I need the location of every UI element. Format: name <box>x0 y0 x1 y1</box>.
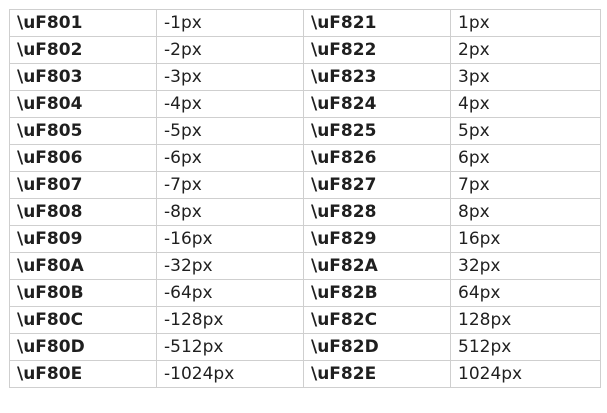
table-row: \uF808 -8px \uF828 8px <box>9 198 601 226</box>
negative-code-cell: \uF808 <box>9 198 157 226</box>
negative-code-cell: \uF80B <box>9 279 157 307</box>
negative-code-cell: \uF804 <box>9 90 157 118</box>
positive-code-cell: \uF82E <box>303 360 451 388</box>
negative-code-cell: \uF80A <box>9 252 157 280</box>
negative-code-cell: \uF805 <box>9 117 157 145</box>
positive-offset-cell: 32px <box>450 252 601 280</box>
positive-code-cell: \uF827 <box>303 171 451 199</box>
negative-offset-cell: -4px <box>156 90 304 118</box>
negative-offset-cell: -1px <box>156 9 304 37</box>
negative-offset-cell: -5px <box>156 117 304 145</box>
positive-code-cell: \uF823 <box>303 63 451 91</box>
positive-offset-cell: 2px <box>450 36 601 64</box>
negative-code-cell: \uF80C <box>9 306 157 334</box>
positive-code-cell: \uF822 <box>303 36 451 64</box>
table-row: \uF80D -512px \uF82D 512px <box>9 333 601 361</box>
table-row: \uF803 -3px \uF823 3px <box>9 63 601 91</box>
positive-offset-cell: 16px <box>450 225 601 253</box>
positive-offset-cell: 64px <box>450 279 601 307</box>
positive-offset-cell: 5px <box>450 117 601 145</box>
negative-code-cell: \uF806 <box>9 144 157 172</box>
unicode-offset-table: \uF801 -1px \uF821 1px \uF802 -2px \uF822 2px \u… <box>9 9 601 388</box>
negative-offset-cell: -512px <box>156 333 304 361</box>
negative-code-cell: \uF803 <box>9 63 157 91</box>
positive-code-cell: \uF82D <box>303 333 451 361</box>
positive-code-cell: \uF829 <box>303 225 451 253</box>
positive-offset-cell: 128px <box>450 306 601 334</box>
table-row: \uF80C -128px \uF82C 128px <box>9 306 601 334</box>
positive-offset-cell: 7px <box>450 171 601 199</box>
positive-code-cell: \uF82C <box>303 306 451 334</box>
table-row: \uF809 -16px \uF829 16px <box>9 225 601 253</box>
positive-offset-cell: 1024px <box>450 360 601 388</box>
table-body: \uF801 -1px \uF821 1px \uF802 -2px \uF822 2px \u… <box>9 9 601 388</box>
negative-code-cell: \uF80E <box>9 360 157 388</box>
table-row: \uF80E -1024px \uF82E 1024px <box>9 360 601 388</box>
negative-offset-cell: -1024px <box>156 360 304 388</box>
positive-code-cell: \uF826 <box>303 144 451 172</box>
positive-offset-cell: 1px <box>450 9 601 37</box>
table-row: \uF80B -64px \uF82B 64px <box>9 279 601 307</box>
table-row: \uF801 -1px \uF821 1px <box>9 9 601 37</box>
positive-code-cell: \uF82A <box>303 252 451 280</box>
negative-offset-cell: -8px <box>156 198 304 226</box>
positive-code-cell: \uF82B <box>303 279 451 307</box>
negative-code-cell: \uF80D <box>9 333 157 361</box>
table-row: \uF80A -32px \uF82A 32px <box>9 252 601 280</box>
positive-offset-cell: 3px <box>450 63 601 91</box>
table-row: \uF806 -6px \uF826 6px <box>9 144 601 172</box>
positive-offset-cell: 512px <box>450 333 601 361</box>
table-row: \uF805 -5px \uF825 5px <box>9 117 601 145</box>
negative-offset-cell: -2px <box>156 36 304 64</box>
positive-offset-cell: 6px <box>450 144 601 172</box>
table-row: \uF807 -7px \uF827 7px <box>9 171 601 199</box>
negative-offset-cell: -64px <box>156 279 304 307</box>
negative-code-cell: \uF801 <box>9 9 157 37</box>
positive-code-cell: \uF821 <box>303 9 451 37</box>
negative-offset-cell: -16px <box>156 225 304 253</box>
positive-code-cell: \uF825 <box>303 117 451 145</box>
negative-code-cell: \uF809 <box>9 225 157 253</box>
table-row: \uF804 -4px \uF824 4px <box>9 90 601 118</box>
positive-code-cell: \uF828 <box>303 198 451 226</box>
negative-code-cell: \uF802 <box>9 36 157 64</box>
positive-offset-cell: 4px <box>450 90 601 118</box>
negative-offset-cell: -3px <box>156 63 304 91</box>
negative-code-cell: \uF807 <box>9 171 157 199</box>
negative-offset-cell: -128px <box>156 306 304 334</box>
negative-offset-cell: -6px <box>156 144 304 172</box>
positive-code-cell: \uF824 <box>303 90 451 118</box>
negative-offset-cell: -32px <box>156 252 304 280</box>
table-row: \uF802 -2px \uF822 2px <box>9 36 601 64</box>
negative-offset-cell: -7px <box>156 171 304 199</box>
positive-offset-cell: 8px <box>450 198 601 226</box>
